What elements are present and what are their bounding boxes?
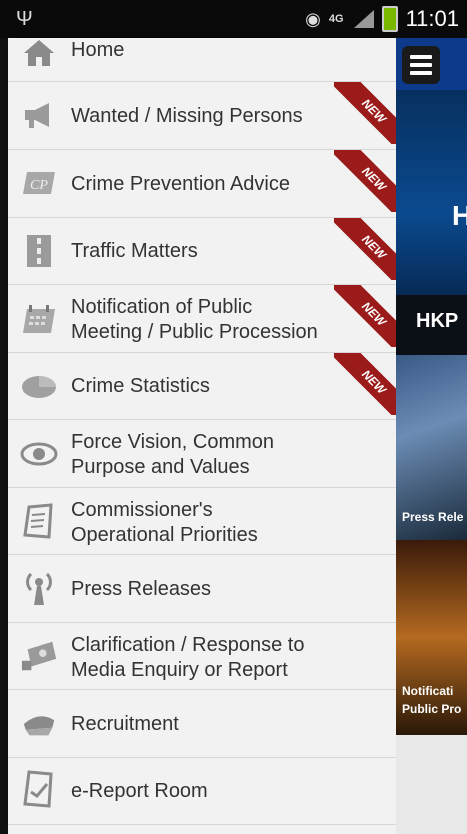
menu-label-commissioner-priorities: Commissioner's Operational Priorities bbox=[71, 499, 258, 546]
usb-icon: Ψ bbox=[16, 8, 33, 30]
calendar-icon bbox=[20, 302, 58, 336]
cp-logo-icon: CP bbox=[20, 166, 58, 200]
navigation-drawer: Home Wanted / Missing Persons NEW CP Cri… bbox=[8, 38, 396, 834]
new-ribbon: NEW bbox=[334, 82, 396, 144]
app-top-bar bbox=[396, 38, 467, 90]
menu-label-force-vision: Force Vision, Common Purpose and Values bbox=[71, 431, 275, 478]
menu-item-clarification[interactable]: Clarification / Response to Media Enquir… bbox=[8, 623, 396, 690]
menu-label-crime-prevention: Crime Prevention Advice bbox=[71, 173, 290, 195]
main-content-peek: H HKP Press Rele Notificati Public Pro bbox=[396, 38, 467, 834]
notification-caption-line2: Public Pro bbox=[402, 702, 462, 716]
status-bar: Ψ ◉ 4G 11:01 bbox=[0, 0, 467, 38]
menu-label-public-meeting: Notification of Public Meeting / Public … bbox=[71, 296, 318, 343]
signal-icon bbox=[352, 10, 374, 28]
hkp-banner[interactable]: HKP bbox=[396, 295, 467, 355]
network-type-label: 4G bbox=[328, 12, 344, 25]
police-badge-banner: H bbox=[396, 90, 467, 295]
menu-item-traffic-matters[interactable]: Traffic Matters NEW bbox=[8, 218, 396, 285]
menu-label-e-report-room: e-Report Room bbox=[71, 780, 208, 802]
menu-label-crime-statistics: Crime Statistics bbox=[71, 375, 210, 397]
menu-item-crime-statistics[interactable]: Crime Statistics NEW bbox=[8, 353, 396, 420]
clipboard-icon bbox=[20, 503, 58, 539]
menu-item-crime-prevention[interactable]: CP Crime Prevention Advice NEW bbox=[8, 150, 396, 218]
menu-label-wanted-missing: Wanted / Missing Persons bbox=[71, 105, 303, 127]
pie-chart-icon bbox=[20, 369, 58, 403]
menu-item-public-meeting[interactable]: Notification of Public Meeting / Public … bbox=[8, 285, 396, 353]
clock: 11:01 bbox=[405, 6, 459, 31]
report-icon bbox=[20, 770, 58, 808]
menu-item-wanted-missing[interactable]: Wanted / Missing Persons NEW bbox=[8, 82, 396, 150]
menu-label-recruitment: Recruitment bbox=[71, 713, 179, 735]
new-ribbon: NEW bbox=[334, 285, 396, 347]
menu-item-commissioner-priorities[interactable]: Commissioner's Operational Priorities bbox=[8, 488, 396, 555]
bottom-tile[interactable] bbox=[396, 735, 467, 834]
press-release-caption: Press Rele bbox=[402, 510, 464, 524]
menu-label-home: Home bbox=[71, 39, 125, 61]
eye-icon bbox=[20, 437, 58, 471]
svg-text:CP: CP bbox=[30, 178, 48, 193]
camera-icon bbox=[20, 639, 58, 673]
new-ribbon: NEW bbox=[334, 218, 396, 280]
notification-caption-line1: Notificati bbox=[402, 684, 454, 698]
banner-letter: H bbox=[452, 200, 467, 231]
menu-item-press-releases[interactable]: Press Releases bbox=[8, 555, 396, 623]
police-cap-icon bbox=[20, 707, 58, 741]
menu-item-e-report-room[interactable]: e-Report Room bbox=[8, 758, 396, 825]
new-ribbon: NEW bbox=[334, 150, 396, 212]
menu-item-recruitment[interactable]: Recruitment bbox=[8, 690, 396, 758]
battery-icon bbox=[381, 6, 398, 32]
hkp-label: HKP bbox=[416, 310, 459, 332]
menu-label-press-releases: Press Releases bbox=[71, 578, 212, 600]
menu-toggle-button[interactable] bbox=[402, 46, 440, 84]
megaphone-icon bbox=[20, 98, 58, 132]
broadcast-icon bbox=[20, 571, 58, 605]
menu-label-clarification: Clarification / Response to Media Enquir… bbox=[71, 634, 305, 681]
new-ribbon: NEW bbox=[334, 353, 396, 415]
road-icon bbox=[20, 234, 58, 268]
menu-item-force-vision[interactable]: Force Vision, Common Purpose and Values bbox=[8, 420, 396, 488]
menu-label-traffic-matters: Traffic Matters bbox=[71, 240, 198, 262]
menu-item-home[interactable]: Home bbox=[8, 38, 396, 82]
home-icon bbox=[20, 38, 58, 70]
smart-stay-eye-icon: ◉ bbox=[305, 8, 321, 29]
